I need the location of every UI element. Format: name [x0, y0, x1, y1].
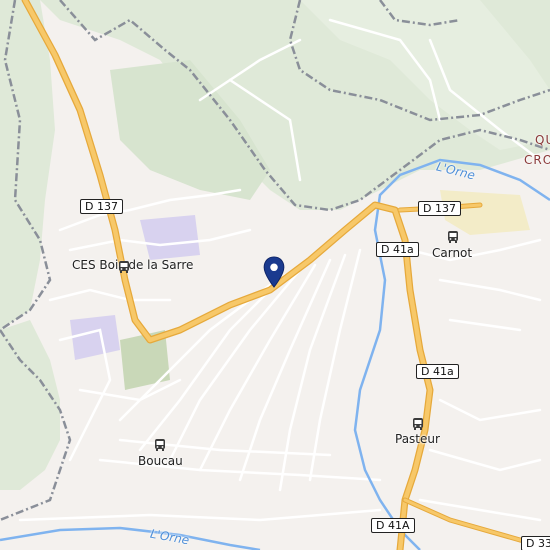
road-label-d41a-north: D 41a: [376, 242, 419, 257]
stop-label: Pasteur: [395, 432, 440, 446]
road-label-d137-east: D 137: [418, 201, 461, 216]
bus-stop-icon[interactable]: [117, 260, 131, 274]
location-pin-icon[interactable]: [262, 256, 286, 288]
school-area: [140, 215, 200, 260]
stop-label: Carnot: [432, 246, 473, 260]
district-label-line2: CRO: [524, 153, 550, 167]
school-area-2: [70, 315, 120, 360]
bus-stop-carnot[interactable]: Carnot: [432, 245, 472, 260]
road-label-d41A-south: D 41A: [371, 518, 415, 533]
road-label-d33-edge: D 33: [521, 536, 550, 550]
stop-label: Boucau: [138, 454, 183, 468]
river-orne-south: [0, 526, 261, 550]
bus-stop-pasteur[interactable]: Pasteur: [395, 431, 440, 446]
map-canvas[interactable]: D 137 D 137 D 41a D 41a D 41A D 33 CES B…: [0, 0, 550, 550]
district-label-line1: QU: [535, 133, 550, 147]
bus-stop-icon[interactable]: [411, 417, 425, 431]
forest-area-west: [0, 0, 55, 330]
bus-stop-boucau[interactable]: Boucau: [138, 453, 183, 468]
stop-label: CES Bois de la Sarre: [72, 258, 194, 272]
bus-stop-icon[interactable]: [446, 230, 460, 244]
road-label-d137-west: D 137: [80, 199, 123, 214]
bus-stop-icon[interactable]: [153, 438, 167, 452]
road-label-d41a-middle: D 41a: [416, 364, 459, 379]
